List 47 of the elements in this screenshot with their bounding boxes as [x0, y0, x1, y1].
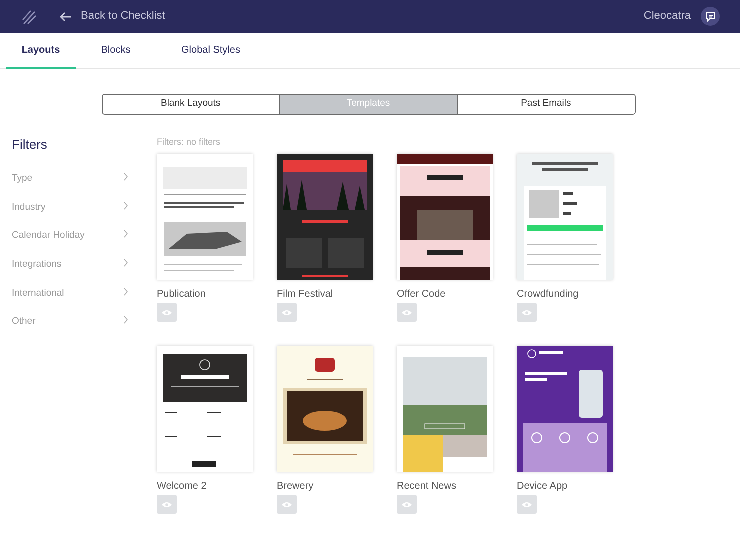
preview-button[interactable]	[277, 495, 297, 514]
template-preview-drawing[interactable]	[517, 154, 613, 280]
template-name: Brewery	[277, 480, 315, 492]
back-arrow-icon[interactable]	[60, 12, 72, 22]
preview-button[interactable]	[397, 495, 417, 514]
segment-tab[interactable]: Past Emails	[456, 95, 634, 114]
tab[interactable]: Layouts	[6, 33, 76, 69]
chat-button[interactable]	[701, 7, 720, 26]
eye-icon	[522, 310, 532, 316]
user-name[interactable]: Cleocatra	[644, 8, 691, 25]
eye-icon	[522, 502, 532, 508]
template-name: Welcome 2	[157, 480, 208, 492]
eye-icon	[402, 502, 412, 508]
eye-icon	[282, 310, 292, 316]
template-preview-drawing[interactable]	[277, 346, 373, 472]
template-preview-drawing[interactable]	[157, 346, 253, 472]
template-name: Crowdfunding	[517, 288, 580, 300]
filter-status: Filters: no filters	[157, 136, 222, 149]
preview-button[interactable]	[157, 303, 177, 322]
template-name: Recent News	[397, 480, 458, 492]
chevron-right-icon[interactable]	[124, 316, 128, 324]
tab[interactable]: Global Styles	[156, 33, 266, 69]
template-preview-drawing[interactable]	[397, 154, 493, 280]
chevron-right-icon[interactable]	[124, 202, 128, 210]
eye-icon	[402, 310, 412, 316]
template-name: Device App	[517, 480, 569, 492]
back-link[interactable]: Back to Checklist	[81, 8, 166, 25]
eye-icon	[162, 310, 172, 316]
preview-button[interactable]	[397, 303, 417, 322]
tab[interactable]: Blocks	[76, 33, 156, 69]
preview-button[interactable]	[517, 495, 537, 514]
chevron-right-icon[interactable]	[124, 173, 128, 182]
template-name: Offer Code	[397, 288, 447, 300]
template-preview-drawing[interactable]	[517, 346, 613, 472]
preview-button[interactable]	[277, 303, 297, 322]
chevron-right-icon[interactable]	[124, 259, 128, 268]
filters-title: Filters	[12, 136, 48, 154]
chevron-right-icon[interactable]	[124, 288, 128, 296]
eye-icon	[282, 502, 292, 508]
chat-icon	[706, 12, 716, 22]
preview-button[interactable]	[157, 495, 177, 514]
preview-button[interactable]	[517, 303, 537, 322]
chevron-right-icon[interactable]	[124, 230, 128, 238]
template-name: Publication	[157, 288, 207, 300]
template-preview-drawing[interactable]	[157, 154, 253, 280]
eye-icon	[162, 502, 172, 508]
template-name: Film Festival	[277, 288, 334, 300]
